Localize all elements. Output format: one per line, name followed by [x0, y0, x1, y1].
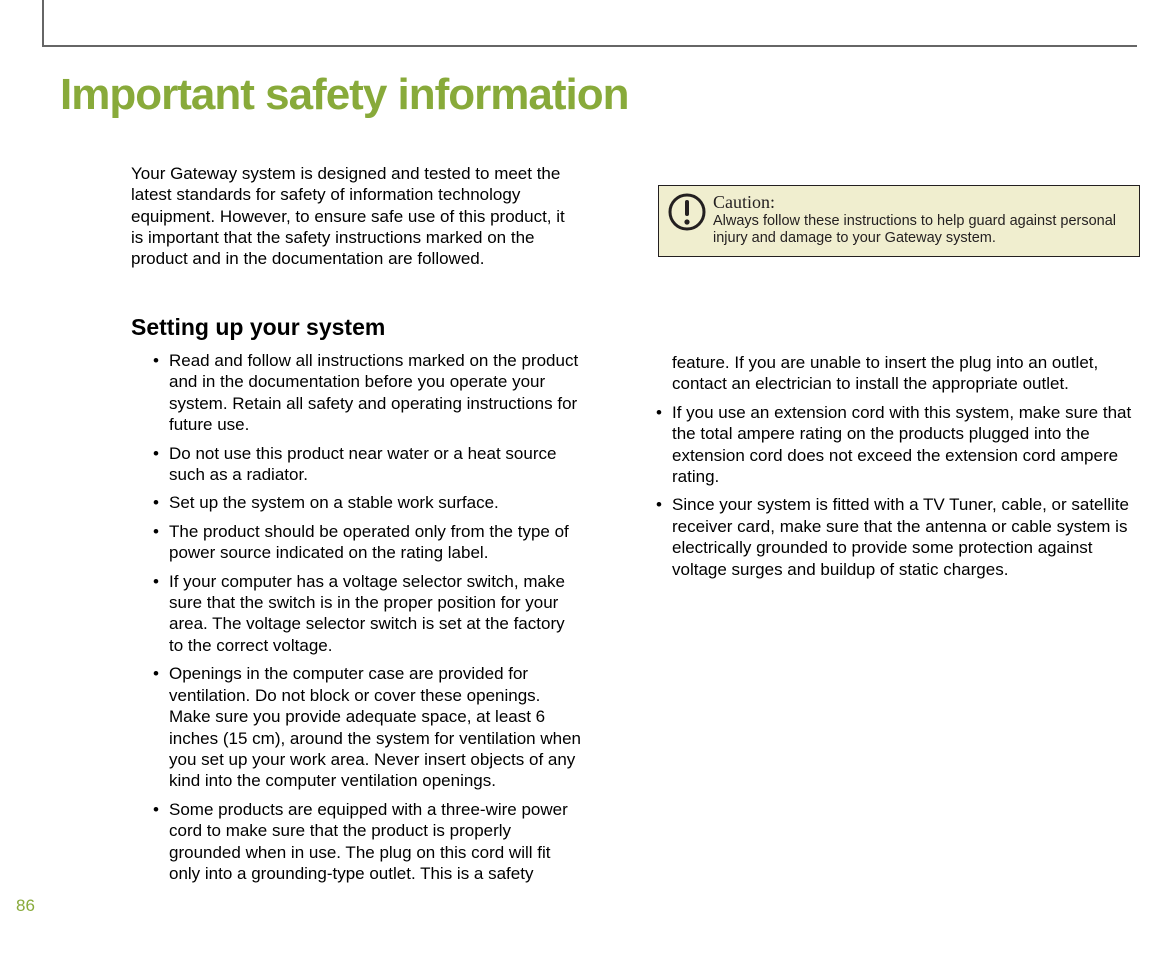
caution-icon: [667, 192, 707, 232]
right-bullet-list: If you use an extension cord with this s…: [656, 402, 1142, 580]
document-page: Important safety information Your Gatewa…: [0, 0, 1165, 954]
list-item: Some products are equipped with a three-…: [153, 799, 583, 885]
list-item: If your computer has a voltage selector …: [153, 571, 583, 657]
list-item: Do not use this product near water or a …: [153, 443, 583, 486]
list-item: Read and follow all instructions marked …: [153, 350, 583, 436]
page-number: 86: [16, 896, 35, 916]
left-column: Read and follow all instructions marked …: [153, 350, 583, 891]
list-item: Set up the system on a stable work surfa…: [153, 492, 583, 513]
continuation-text: feature. If you are unable to insert the…: [656, 352, 1142, 395]
caution-box: Caution: Always follow these instruction…: [658, 185, 1140, 257]
right-column: feature. If you are unable to insert the…: [656, 352, 1142, 587]
caution-body: Always follow these instructions to help…: [713, 213, 1129, 248]
top-rule: [42, 45, 1137, 47]
left-bullet-list: Read and follow all instructions marked …: [153, 350, 583, 884]
caution-label: Caution:: [713, 192, 1129, 213]
section-heading: Setting up your system: [131, 314, 385, 341]
intro-paragraph: Your Gateway system is designed and test…: [131, 163, 581, 269]
side-rule: [42, 0, 44, 47]
list-item: The product should be operated only from…: [153, 521, 583, 564]
list-item: Since your system is fitted with a TV Tu…: [656, 494, 1142, 580]
list-item: Openings in the computer case are provid…: [153, 663, 583, 791]
list-item: If you use an extension cord with this s…: [656, 402, 1142, 488]
caution-text: Caution: Always follow these instruction…: [713, 192, 1129, 248]
page-title: Important safety information: [60, 70, 629, 120]
